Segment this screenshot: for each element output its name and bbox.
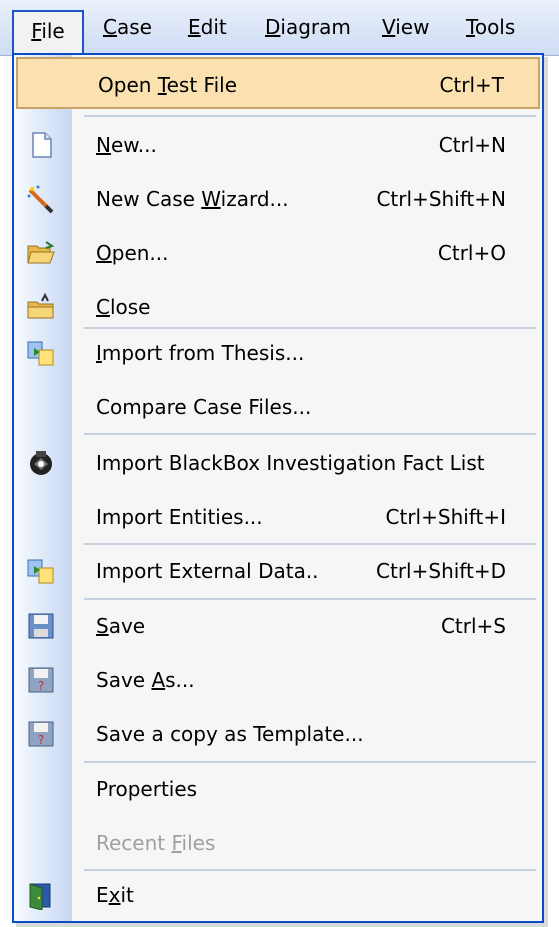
menu-item-shortcut: Ctrl+N: [438, 133, 506, 157]
menu-item-import-entities[interactable]: Import Entities... Ctrl+Shift+I: [16, 491, 540, 543]
wizard-wand-icon: [27, 185, 54, 214]
menu-file[interactable]: File: [12, 10, 84, 55]
new-document-icon: [32, 132, 52, 158]
save-as-icon: ?: [28, 667, 54, 693]
save-disk-icon: [28, 613, 54, 639]
svg-text:?: ?: [38, 679, 44, 693]
menu-item-label: Close: [96, 295, 151, 319]
menu-item-label: Save a copy as Template...: [96, 722, 364, 746]
menu-item-save[interactable]: Save Ctrl+S: [16, 600, 540, 652]
menu-view-accel: V: [382, 15, 396, 39]
menu-bar: File Case Edit Diagram View Tools: [0, 0, 559, 56]
menu-item-label: Import External Data..: [96, 559, 319, 583]
menu-item-open[interactable]: Open... Ctrl+O: [16, 227, 540, 279]
menu-separator: [84, 115, 536, 117]
menu-item-close[interactable]: Close: [16, 281, 540, 333]
menu-item-exit[interactable]: Exit: [16, 869, 540, 921]
menu-case[interactable]: Case: [103, 10, 152, 44]
save-template-icon: ?: [28, 721, 54, 747]
close-folder-icon: [27, 292, 54, 319]
import-icon: [27, 559, 54, 584]
menu-edit[interactable]: Edit: [188, 10, 227, 44]
exit-door-icon: [29, 883, 51, 910]
menu-item-import-from-thesis[interactable]: Import from Thesis...: [16, 327, 540, 379]
menu-item-label: Import BlackBox Investigation Fact List: [96, 451, 485, 475]
file-menu-dropdown: Open Test File Ctrl+T New... Ctrl+N New …: [12, 53, 544, 923]
menu-item-shortcut: Ctrl+T: [439, 73, 504, 97]
menu-tools-rest: ools: [474, 15, 516, 39]
menu-edit-rest: dit: [200, 15, 227, 39]
import-icon: [27, 341, 54, 366]
menu-item-label: Open Test File: [98, 73, 237, 97]
menu-item-shortcut: Ctrl+Shift+I: [385, 505, 506, 529]
menu-item-label: Compare Case Files...: [96, 395, 312, 419]
menu-item-save-copy-template[interactable]: ? Save a copy as Template...: [16, 708, 540, 760]
menu-diagram[interactable]: Diagram: [265, 10, 351, 44]
menu-item-label: Open...: [96, 241, 169, 265]
menu-item-label: New...: [96, 133, 157, 157]
menu-diagram-accel: D: [265, 15, 281, 39]
open-folder-icon: [27, 241, 55, 264]
menu-item-label: New Case Wizard...: [96, 187, 289, 211]
menu-item-label: Exit: [96, 883, 134, 907]
menu-item-label: Save: [96, 614, 146, 638]
menu-file-accel: F: [31, 19, 42, 43]
menu-case-accel: C: [103, 15, 117, 39]
menu-view[interactable]: View: [382, 10, 429, 44]
menu-file-rest: ile: [41, 19, 65, 43]
blackbox-icon: [30, 451, 52, 475]
menu-item-label: Import Entities...: [96, 505, 263, 529]
menu-item-shortcut: Ctrl+O: [437, 241, 506, 265]
menu-item-label: Recent Files: [96, 831, 216, 855]
menu-item-label: Import from Thesis...: [96, 341, 305, 365]
menu-item-shortcut: Ctrl+S: [440, 614, 506, 638]
svg-text:?: ?: [38, 733, 44, 747]
menu-item-open-test-file[interactable]: Open Test File Ctrl+T: [16, 57, 540, 109]
menu-item-properties[interactable]: Properties: [16, 763, 540, 815]
menu-tools[interactable]: Tools: [466, 10, 515, 44]
menu-separator: [84, 433, 536, 435]
menu-item-new-case-wizard[interactable]: New Case Wizard... Ctrl+Shift+N: [16, 173, 540, 225]
menu-view-rest: iew: [395, 15, 430, 39]
menu-item-label: Properties: [96, 777, 198, 801]
menu-item-recent-files: Recent Files: [16, 817, 540, 869]
menu-item-shortcut: Ctrl+Shift+D: [376, 559, 506, 583]
menu-item-new[interactable]: New... Ctrl+N: [16, 119, 540, 171]
menu-case-rest: ase: [116, 15, 152, 39]
menu-tools-accel: T: [466, 15, 475, 39]
menu-item-import-external-data[interactable]: Import External Data.. Ctrl+Shift+D: [16, 545, 540, 597]
menu-item-label: Save As...: [96, 668, 195, 692]
menu-item-shortcut: Ctrl+Shift+N: [376, 187, 506, 211]
menu-item-save-as[interactable]: ? Save As...: [16, 654, 540, 706]
menu-diagram-rest: iagram: [280, 15, 351, 39]
menu-edit-accel: E: [188, 15, 201, 39]
menu-item-import-blackbox[interactable]: Import BlackBox Investigation Fact List: [16, 437, 540, 489]
menu-item-compare-case-files[interactable]: Compare Case Files...: [16, 381, 540, 433]
